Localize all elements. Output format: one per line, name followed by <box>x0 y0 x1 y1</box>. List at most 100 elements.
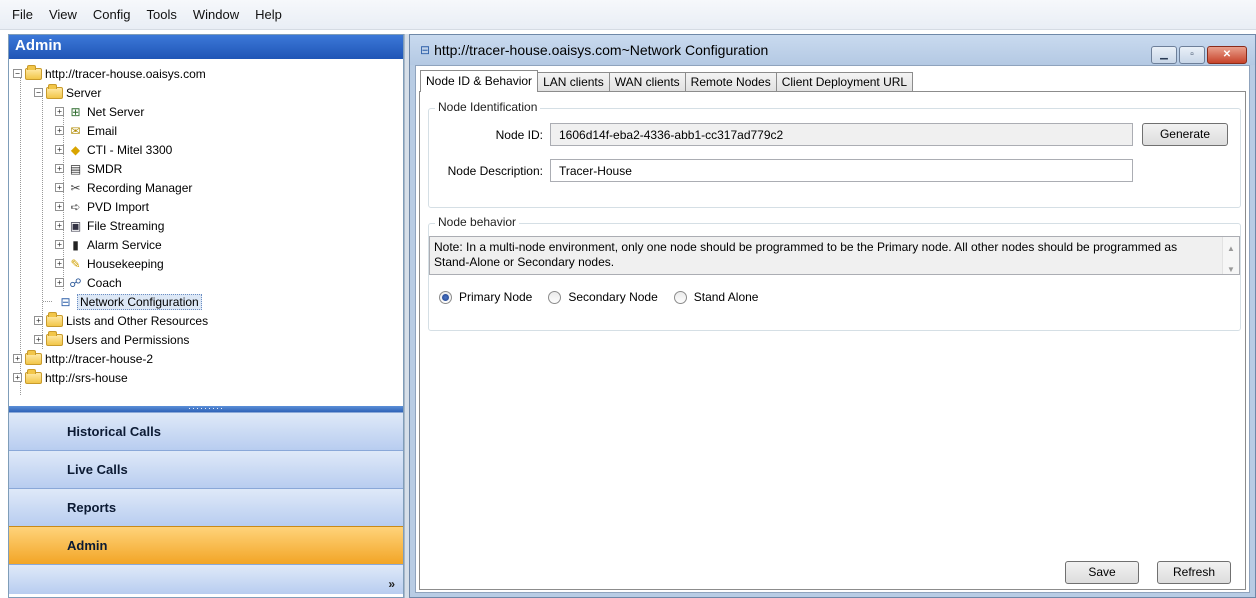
node-identification-group: Node Identification Node ID: 1606d14f-eb… <box>428 100 1241 208</box>
menu-window[interactable]: Window <box>185 7 247 22</box>
generate-button[interactable]: Generate <box>1142 123 1228 146</box>
network-icon: ⊟ <box>420 43 431 57</box>
tree-node-server[interactable]: − Server <box>34 83 101 102</box>
window-body: Node ID & Behavior LAN clients WAN clien… <box>415 65 1250 593</box>
tree-node-lists[interactable]: + Lists and Other Resources <box>34 311 208 330</box>
tree-label: CTI - Mitel 3300 <box>87 142 173 157</box>
expand-icon[interactable]: + <box>55 107 64 116</box>
menu-bar: File View Config Tools Window Help <box>0 0 1256 30</box>
tab-wan-clients[interactable]: WAN clients <box>608 72 686 92</box>
coach-icon: ☍ <box>69 275 82 290</box>
folder-icon <box>46 83 63 100</box>
network-configuration-window: ⊟ http://tracer-house.oaisys.com~Network… <box>409 34 1256 598</box>
import-icon: ➪ <box>70 199 81 214</box>
tree-node-file-streaming[interactable]: + ▣ File Streaming <box>55 216 164 235</box>
folder-icon <box>25 349 42 366</box>
refresh-button[interactable]: Refresh <box>1157 561 1231 584</box>
node-id-label: Node ID: <box>495 128 543 142</box>
collapse-icon[interactable]: − <box>13 69 22 78</box>
nav-live-calls[interactable]: Live Calls <box>9 450 403 488</box>
scroll-up-icon[interactable]: ▲ <box>1223 241 1239 256</box>
node-id-field[interactable]: 1606d14f-eba2-4336-abb1-cc317ad779c2 <box>550 123 1133 146</box>
radio-icon[interactable] <box>673 290 687 304</box>
tree-node-coach[interactable]: + ☍ Coach <box>55 273 122 292</box>
expand-icon[interactable]: + <box>55 259 64 268</box>
cti-diamond-icon: ◆ <box>70 142 81 157</box>
network-config-icon: ⊟ <box>60 294 71 309</box>
stand-alone-radio[interactable]: Stand Alone <box>673 290 758 304</box>
menu-file[interactable]: File <box>4 7 41 22</box>
tree-label: Housekeeping <box>87 256 164 271</box>
minimize-icon[interactable]: ▁ <box>1151 46 1177 64</box>
menu-view[interactable]: View <box>41 7 85 22</box>
tools-icon: ✂ <box>70 180 81 195</box>
group-title: Node behavior <box>435 215 520 229</box>
node-description-field[interactable]: Tracer-House <box>550 159 1133 182</box>
tree-node-network-configuration[interactable]: ⊟ Network Configuration <box>57 292 202 311</box>
tree-label: http://tracer-house.oaisys.com <box>45 66 206 81</box>
radio-icon[interactable] <box>548 290 562 304</box>
radio-label: Primary Node <box>459 290 533 304</box>
scroll-down-icon[interactable]: ▼ <box>1223 262 1239 277</box>
note-text: Note: In a multi-node environment, only … <box>434 240 1178 269</box>
close-icon[interactable]: ✕ <box>1207 46 1247 64</box>
expand-icon[interactable]: + <box>55 183 64 192</box>
menu-config[interactable]: Config <box>85 7 139 22</box>
expand-icon[interactable]: + <box>13 354 22 363</box>
tree-label: Alarm Service <box>87 237 162 252</box>
tree-node-root[interactable]: − http://tracer-house.oaisys.com <box>13 64 206 83</box>
window-titlebar: ⊟ http://tracer-house.oaisys.com~Network… <box>410 35 1255 65</box>
expand-icon[interactable]: + <box>55 240 64 249</box>
expand-icon[interactable]: + <box>55 164 64 173</box>
broom-icon: ✎ <box>70 256 81 271</box>
tree-node-root2[interactable]: + http://tracer-house-2 <box>13 349 153 368</box>
panel-header: Admin <box>9 35 403 59</box>
tree-label: http://tracer-house-2 <box>45 351 154 366</box>
collapse-icon[interactable]: − <box>34 88 43 97</box>
secondary-node-radio[interactable]: Secondary Node <box>548 290 658 304</box>
tree-node-root3[interactable]: + http://srs-house <box>13 368 128 387</box>
save-button[interactable]: Save <box>1065 561 1139 584</box>
tree-node-users[interactable]: + Users and Permissions <box>34 330 189 349</box>
note-scrollbar[interactable]: ▲ ▼ <box>1222 237 1239 274</box>
expand-icon[interactable]: + <box>34 316 43 325</box>
nav-reports[interactable]: Reports <box>9 488 403 526</box>
node-behavior-radios: Primary Node Secondary Node Stand Alone <box>439 290 774 304</box>
printer-icon: ▤ <box>69 161 82 176</box>
expand-icon[interactable]: + <box>13 373 22 382</box>
tree-node-email[interactable]: + ✉ Email <box>55 121 117 140</box>
tab-node-id-behavior[interactable]: Node ID & Behavior <box>420 70 539 92</box>
tree-label: File Streaming <box>87 218 165 233</box>
expand-icon[interactable]: + <box>55 145 64 154</box>
expand-icon[interactable]: + <box>55 221 64 230</box>
expand-icon[interactable]: + <box>55 202 64 211</box>
alarm-icon: ▮ <box>72 237 79 252</box>
chevron-right-icon[interactable]: » <box>388 577 395 591</box>
expand-icon[interactable]: + <box>34 335 43 344</box>
admin-tree: − http://tracer-house.oaisys.com − Serve… <box>9 59 403 406</box>
email-icon: ✉ <box>70 123 81 138</box>
expand-icon[interactable]: + <box>55 126 64 135</box>
tree-node-smdr[interactable]: + ▤ SMDR <box>55 159 122 178</box>
maximize-icon[interactable]: ▫ <box>1179 46 1205 64</box>
tree-node-recording-manager[interactable]: + ✂ Recording Manager <box>55 178 192 197</box>
primary-node-radio[interactable]: Primary Node <box>439 290 532 304</box>
computer-icon: ▣ <box>69 218 82 233</box>
tree-node-net-server[interactable]: + ⊞ Net Server <box>55 102 144 121</box>
tree-node-cti[interactable]: + ◆ CTI - Mitel 3300 <box>55 140 172 159</box>
tree-node-alarm-service[interactable]: + ▮ Alarm Service <box>55 235 162 254</box>
tree-label: PVD Import <box>87 199 150 214</box>
tree-node-housekeeping[interactable]: + ✎ Housekeeping <box>55 254 164 273</box>
expand-icon[interactable]: + <box>55 278 64 287</box>
tree-node-pvd-import[interactable]: + ➪ PVD Import <box>55 197 149 216</box>
menu-help[interactable]: Help <box>247 7 290 22</box>
nav-historical-calls[interactable]: Historical Calls <box>9 412 403 450</box>
radio-selected-icon[interactable] <box>439 290 452 304</box>
menu-tools[interactable]: Tools <box>138 7 184 22</box>
tab-client-deployment-url[interactable]: Client Deployment URL <box>775 72 914 92</box>
nav-admin[interactable]: Admin <box>9 526 403 564</box>
group-title: Node Identification <box>435 100 541 114</box>
folder-icon <box>25 64 42 81</box>
tab-lan-clients[interactable]: LAN clients <box>537 72 610 92</box>
tab-remote-nodes[interactable]: Remote Nodes <box>684 72 777 92</box>
